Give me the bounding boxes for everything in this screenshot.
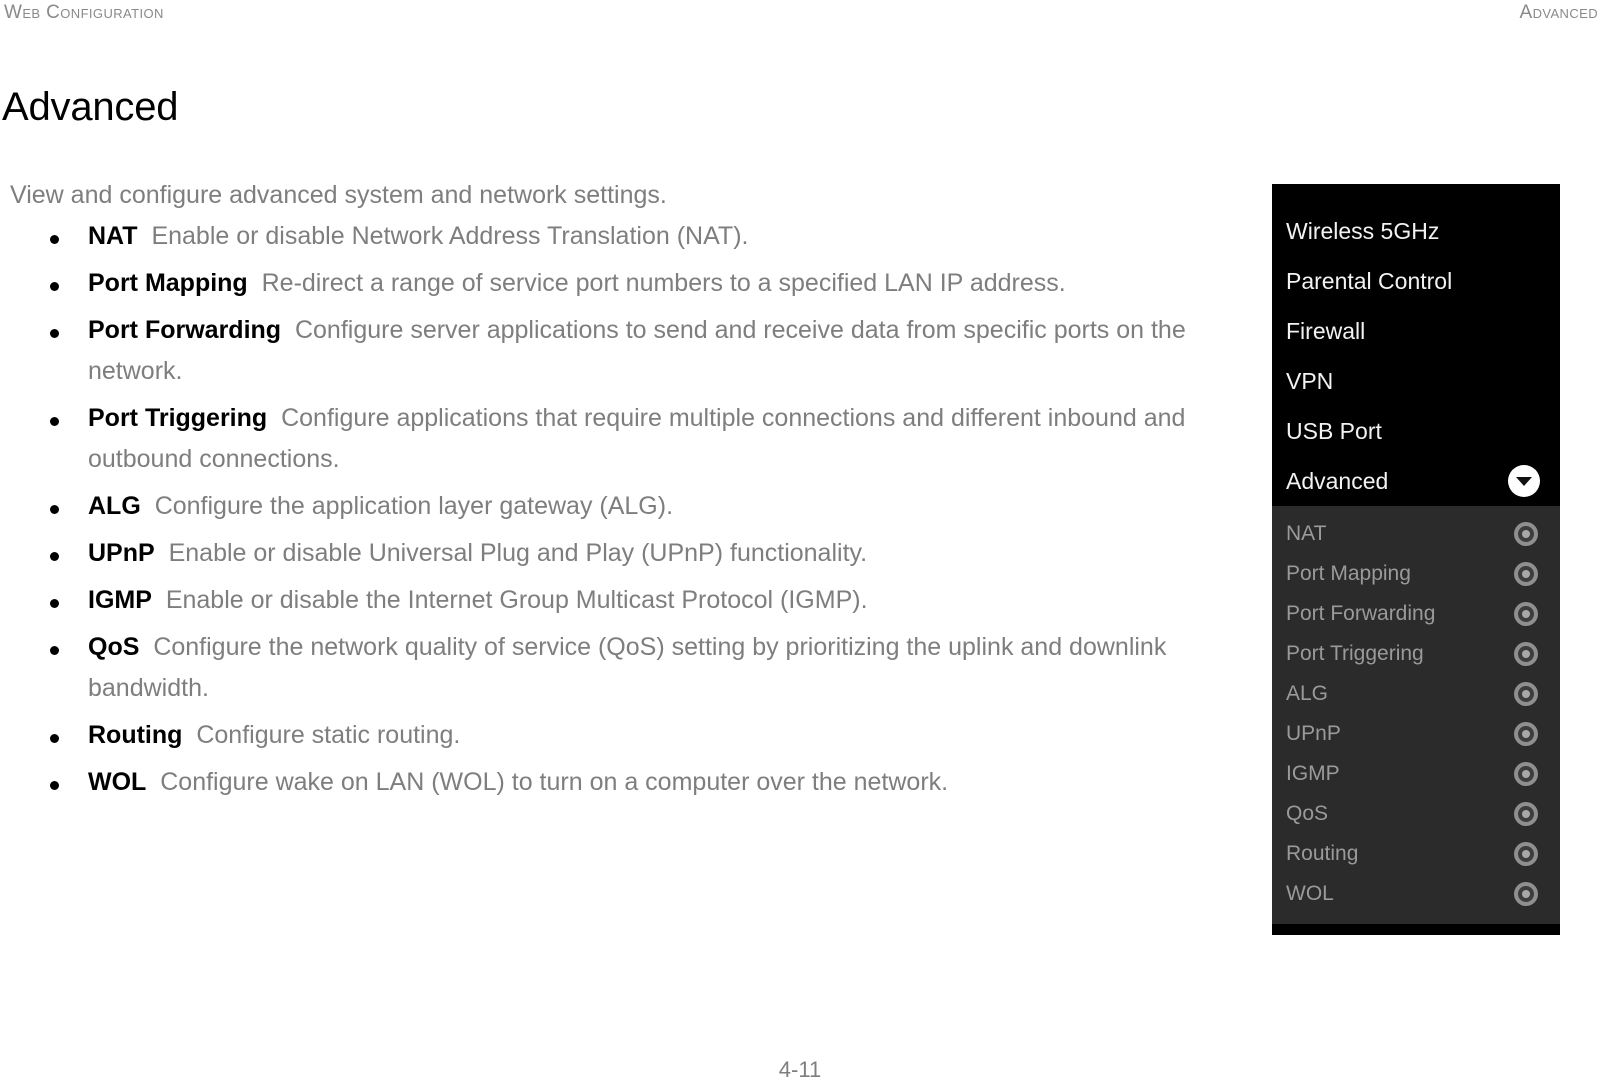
submenu-item-label: ALG <box>1286 682 1329 705</box>
menu-item-label: VPN <box>1286 368 1334 394</box>
menu-item-tools[interactable]: Tools <box>1272 934 1560 935</box>
feature-list-item: WOL Configure wake on LAN (WOL) to turn o… <box>0 762 1250 803</box>
submenu-item-qos[interactable]: QoS <box>1272 794 1560 834</box>
feature-term: WOL <box>88 768 147 796</box>
menu-item-wireless-5ghz[interactable]: Wireless 5GHz <box>1272 206 1560 256</box>
submenu-item-label: Routing <box>1286 842 1359 865</box>
submenu-item-label: Port Mapping <box>1286 562 1411 585</box>
feature-list-item: UPnP Enable or disable Universal Plug and… <box>0 533 1250 574</box>
feature-list: NAT Enable or disable Network Address Tra… <box>0 216 1250 803</box>
target-icon[interactable] <box>1514 762 1538 786</box>
menu-item-label: Wireless 5GHz <box>1286 218 1440 244</box>
menu-item-label: Advanced <box>1286 468 1389 494</box>
page-title: Advanced <box>2 84 179 129</box>
feature-description: Configure wake on LAN (WOL) to turn on a… <box>160 768 949 796</box>
menu-item-vpn[interactable]: VPN <box>1272 356 1560 406</box>
target-icon[interactable] <box>1514 522 1538 546</box>
submenu-item-label: Port Forwarding <box>1286 602 1436 625</box>
feature-description: Re-direct a range of service port number… <box>261 269 1066 297</box>
target-icon[interactable] <box>1514 642 1538 666</box>
page-footer: 4-11 <box>0 1057 1600 1083</box>
submenu-item-wol[interactable]: WOL <box>1272 874 1560 914</box>
menu-item-label: Firewall <box>1286 318 1366 344</box>
advanced-submenu: NAT Port Mapping Port Forwarding Port Trigg… <box>1272 506 1560 924</box>
submenu-item-label: NAT <box>1286 522 1327 545</box>
target-icon[interactable] <box>1514 842 1538 866</box>
submenu-item-port-forwarding[interactable]: Port Forwarding <box>1272 594 1560 634</box>
target-icon[interactable] <box>1514 882 1538 906</box>
chevron-down-icon[interactable] <box>1508 465 1540 497</box>
feature-description: Enable or disable Network Address Transl… <box>151 222 749 250</box>
feature-term: QoS <box>88 633 140 661</box>
feature-list-item: Routing Configure static routing. <box>0 715 1250 756</box>
content-column: View and configure advanced system and n… <box>0 178 1250 809</box>
page-number: 4-11 <box>778 1057 822 1082</box>
menu-item-advanced[interactable]: Advanced <box>1272 456 1560 506</box>
feature-description: Configure static routing. <box>196 721 461 749</box>
feature-list-item: Port Mapping Re-direct a range of service… <box>0 263 1250 304</box>
submenu-item-label: WOL <box>1286 882 1334 905</box>
submenu-item-port-triggering[interactable]: Port Triggering <box>1272 634 1560 674</box>
target-icon[interactable] <box>1514 802 1538 826</box>
submenu-item-nat[interactable]: NAT <box>1272 514 1560 554</box>
submenu-item-label: IGMP <box>1286 762 1340 785</box>
feature-list-item: Port Forwarding Configure server applicat… <box>0 310 1250 392</box>
feature-term: ALG <box>88 492 141 520</box>
target-icon[interactable] <box>1514 682 1538 706</box>
submenu-item-alg[interactable]: ALG <box>1272 674 1560 714</box>
menu-item-usb-port[interactable]: USB Port <box>1272 406 1560 456</box>
submenu-item-routing[interactable]: Routing <box>1272 834 1560 874</box>
feature-list-item: Port Triggering Configure applications th… <box>0 398 1250 480</box>
feature-description: Enable or disable Universal Plug and Pla… <box>168 539 868 567</box>
feature-list-item: NAT Enable or disable Network Address Tra… <box>0 216 1250 257</box>
intro-paragraph: View and configure advanced system and n… <box>10 181 667 209</box>
feature-term: UPnP <box>88 539 155 567</box>
feature-term: Port Triggering <box>88 404 268 432</box>
menu-item-parental-control[interactable]: Parental Control <box>1272 256 1560 306</box>
menu-item-firewall[interactable]: Firewall <box>1272 306 1560 356</box>
feature-description: Configure the application layer gateway … <box>154 492 674 520</box>
menu-top-group: Wireless 5GHz Parental Control Firewall VPN… <box>1272 184 1560 506</box>
feature-term: NAT <box>88 222 138 250</box>
submenu-item-port-mapping[interactable]: Port Mapping <box>1272 554 1560 594</box>
menu-item-label: Tools <box>1286 934 1340 935</box>
target-icon[interactable] <box>1514 722 1538 746</box>
feature-term: IGMP <box>88 586 152 614</box>
web-ui-menu-panel: Wireless 5GHz Parental Control Firewall VPN… <box>1272 184 1560 935</box>
header-right-label: Advanced <box>1519 2 1598 23</box>
feature-description: Enable or disable the Internet Group Mul… <box>165 586 868 614</box>
target-icon[interactable] <box>1514 562 1538 586</box>
target-icon[interactable] <box>1514 602 1538 626</box>
submenu-item-upnp[interactable]: UPnP <box>1272 714 1560 754</box>
feature-term: Routing <box>88 721 183 749</box>
feature-term: Port Mapping <box>88 269 248 297</box>
running-header: Web Configuration Advanced <box>0 0 1600 30</box>
header-left-label: Web Configuration <box>4 2 164 23</box>
submenu-item-label: QoS <box>1286 802 1329 825</box>
menu-item-label: Parental Control <box>1286 268 1453 294</box>
feature-list-item: QoS Configure the network quality of serv… <box>0 627 1250 709</box>
submenu-item-label: Port Triggering <box>1286 642 1424 665</box>
feature-list-item: IGMP Enable or disable the Internet Group… <box>0 580 1250 621</box>
feature-term: Port Forwarding <box>88 316 282 344</box>
menu-bottom-group: Tools <box>1272 924 1560 935</box>
feature-list-item: ALG Configure the application layer gatew… <box>0 486 1250 527</box>
menu-item-label: USB Port <box>1286 418 1382 444</box>
submenu-item-label: UPnP <box>1286 722 1341 745</box>
feature-description: Configure the network quality of service… <box>88 633 1167 702</box>
submenu-item-igmp[interactable]: IGMP <box>1272 754 1560 794</box>
